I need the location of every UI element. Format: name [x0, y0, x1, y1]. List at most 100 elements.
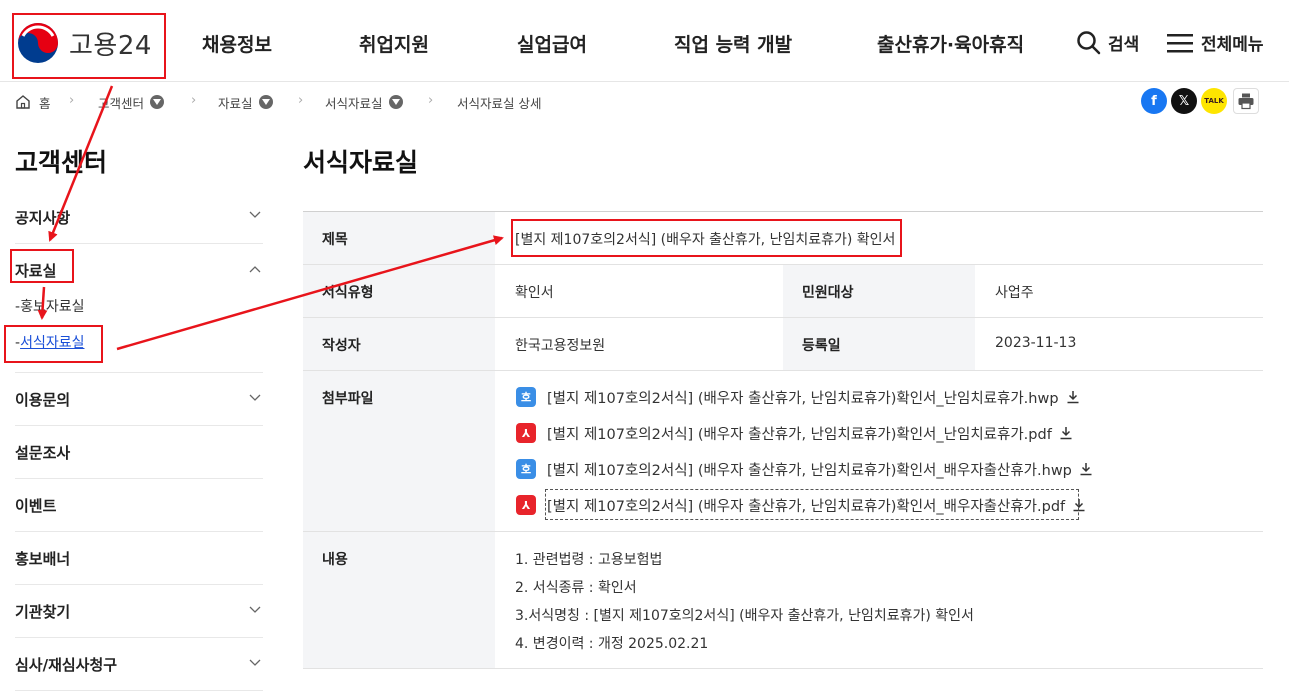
search-icon [1077, 31, 1101, 55]
search-label: 검색 [1108, 35, 1140, 55]
sidebar-item-inquiry[interactable]: 이용문의 [15, 389, 263, 410]
table-row-border [303, 370, 1263, 371]
breadcrumb-dropdown-icon[interactable] [258, 95, 273, 109]
x-share-button[interactable]: 𝕏 [1171, 88, 1197, 114]
breadcrumb-current: 서식자료실 상세 [457, 92, 541, 112]
sidebar-item-agency[interactable]: 기관찾기 [15, 601, 263, 622]
full-menu-label: 전체메뉴 [1201, 35, 1264, 55]
table-row-border [303, 531, 1263, 532]
label-subject: 제목 [322, 232, 348, 248]
pdf-file-icon: ⅄ [516, 423, 536, 443]
page-title: 서식자료실 [303, 148, 419, 177]
download-icon[interactable] [1066, 390, 1080, 404]
target-value: 사업주 [995, 285, 1034, 301]
breadcrumb-separator-icon: › [191, 93, 197, 108]
sidebar-divider [15, 425, 263, 426]
nav-jobs[interactable]: 채용정보 [202, 30, 272, 57]
hamburger-menu-icon [1167, 33, 1193, 52]
sidebar-subitem-promo-archive[interactable]: -홍보자료실 [15, 296, 84, 316]
download-icon[interactable] [1059, 426, 1073, 440]
nav-skills-development[interactable]: 직업 능력 개발 [674, 30, 792, 57]
breadcrumb-item-label: 서식자료실 [325, 95, 383, 111]
x-icon: 𝕏 [1178, 93, 1190, 109]
content-line: 4. 변경이력 : 개정 2025.02.21 [515, 636, 709, 652]
nav-employment-support[interactable]: 취업지원 [359, 30, 429, 57]
breadcrumb-item-label: 자료실 [218, 95, 253, 111]
attachment-filename: [별지 제107호의2서식] (배우자 출산휴가, 난임치료휴가)확인서_배우자… [547, 462, 1072, 479]
printer-icon [1238, 93, 1254, 110]
table-row-border [303, 668, 1263, 669]
chevron-down-icon[interactable] [249, 394, 261, 402]
chevron-down-icon[interactable] [249, 211, 261, 219]
label-form-type: 서식유형 [322, 285, 374, 301]
sidebar-divider [15, 584, 263, 585]
author-value: 한국고용정보원 [515, 338, 606, 354]
annotation-box-subject [511, 219, 902, 257]
breadcrumb-current-label: 서식자료실 상세 [457, 95, 542, 111]
sidebar-title: 고객센터 [15, 148, 108, 177]
attachment-filename: [별지 제107호의2서식] (배우자 출산휴가, 난임치료휴가)확인서_난임치… [547, 426, 1052, 443]
sidebar-item-label: 설문조사 [15, 444, 71, 462]
sidebar-subitem-label: 홍보자료실 [20, 299, 85, 315]
table-header-column [303, 212, 495, 668]
sidebar-item-notice[interactable]: 공지사항 [15, 207, 263, 228]
annotation-box-archive [10, 249, 74, 283]
sidebar-divider [15, 372, 263, 373]
sidebar-item-event[interactable]: 이벤트 [15, 495, 263, 516]
label-reg-date: 등록일 [802, 338, 841, 354]
attachment-link[interactable]: ⅄ [별지 제107호의2서식] (배우자 출산휴가, 난임치료휴가)확인서_난… [516, 422, 1073, 444]
facebook-icon: f [1151, 93, 1157, 109]
annotation-box-logo [12, 13, 166, 79]
home-icon [16, 95, 30, 109]
content-line: 1. 관련법령 : 고용보험법 [515, 552, 663, 568]
breadcrumb-dropdown-icon[interactable] [150, 95, 165, 109]
facebook-share-button[interactable]: f [1141, 88, 1167, 114]
breadcrumb-archive[interactable]: 자료실 [218, 92, 273, 112]
breadcrumb-dropdown-icon[interactable] [388, 95, 403, 109]
sidebar-item-survey[interactable]: 설문조사 [15, 442, 263, 463]
breadcrumb-separator-icon: › [298, 93, 304, 108]
sidebar-divider [15, 637, 263, 638]
content-line: 3.서식명칭 : [별지 제107호의2서식] (배우자 출산휴가, 난임치료휴… [515, 608, 974, 624]
sidebar-item-label: 공지사항 [15, 209, 71, 227]
annotation-box-forms [4, 325, 103, 363]
breadcrumb-separator-icon: › [428, 93, 434, 108]
form-type-value: 확인서 [515, 285, 554, 301]
breadcrumb-home-label: 홈 [39, 95, 51, 111]
attachment-link[interactable]: 호 [별지 제107호의2서식] (배우자 출산휴가, 난임치료휴가)확인서_난… [516, 386, 1080, 408]
header: 고용24 채용정보 취업지원 실업급여 직업 능력 개발 출산휴가·육아휴직 검… [0, 0, 1289, 82]
label-author: 작성자 [322, 338, 361, 354]
sidebar-item-label: 이벤트 [15, 497, 57, 515]
sidebar-item-label: 심사/재심사청구 [15, 656, 118, 674]
sidebar-item-label: 홍보배너 [15, 550, 71, 568]
focus-outline [545, 489, 1079, 520]
sidebar-item-label: 기관찾기 [15, 603, 71, 621]
attachment-link[interactable]: 호 [별지 제107호의2서식] (배우자 출산휴가, 난임치료휴가)확인서_배… [516, 458, 1093, 480]
nav-parental-leave[interactable]: 출산휴가·육아휴직 [877, 30, 1024, 57]
search-button[interactable]: 검색 [1076, 30, 1139, 55]
label-attachments: 첨부파일 [322, 391, 374, 407]
nav-unemployment-benefits[interactable]: 실업급여 [517, 30, 587, 57]
label-content: 내용 [322, 552, 348, 568]
breadcrumb-home[interactable]: 홈 [15, 92, 51, 112]
sidebar-item-appeal[interactable]: 심사/재심사청구 [15, 654, 263, 675]
label-target: 민원대상 [802, 285, 854, 301]
table-row-border [303, 264, 1263, 265]
breadcrumb-forms[interactable]: 서식자료실 [325, 92, 403, 112]
breadcrumb-separator-icon: › [69, 93, 75, 108]
table-row-border [303, 317, 1263, 318]
pdf-file-icon: ⅄ [516, 495, 536, 515]
chevron-up-icon[interactable] [249, 265, 261, 273]
full-menu-button[interactable]: 전체메뉴 [1166, 30, 1264, 55]
hwp-file-icon: 호 [516, 387, 536, 407]
breadcrumb-item-label: 고객센터 [98, 95, 145, 111]
sidebar-divider [15, 243, 263, 244]
print-button[interactable] [1233, 88, 1259, 114]
chevron-down-icon[interactable] [249, 659, 261, 667]
sidebar-item-banner[interactable]: 홍보배너 [15, 548, 263, 569]
sidebar-divider [15, 478, 263, 479]
download-icon[interactable] [1079, 462, 1093, 476]
breadcrumb-customer-center[interactable]: 고객센터 [98, 92, 165, 112]
kakaotalk-share-button[interactable]: TALK [1201, 88, 1227, 114]
chevron-down-icon[interactable] [249, 606, 261, 614]
